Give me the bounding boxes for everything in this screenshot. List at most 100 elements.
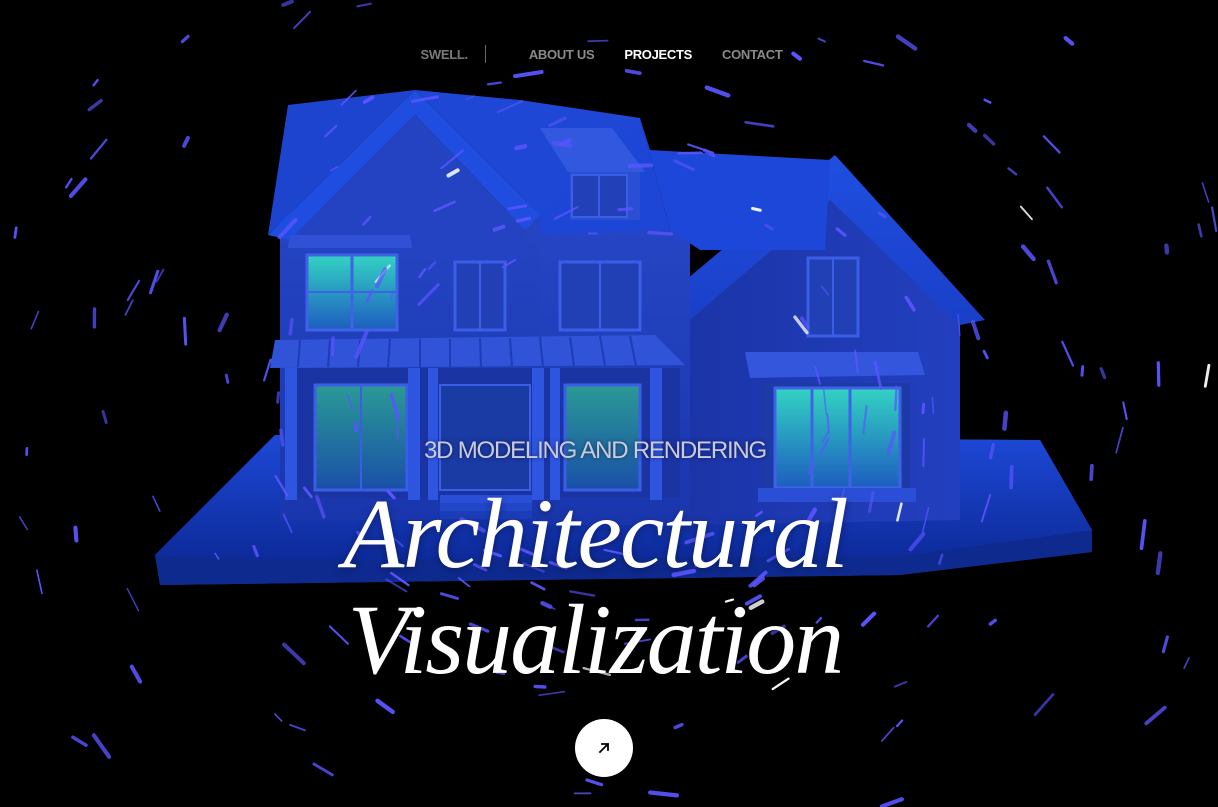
particle-streak (982, 349, 989, 360)
particle-streak (1197, 223, 1203, 238)
particle-streak (1020, 244, 1036, 262)
explore-button[interactable] (575, 719, 633, 777)
particle-streak (1033, 693, 1055, 716)
particle-streak (365, 289, 374, 303)
particle-streak (217, 312, 229, 333)
particle-streak (1099, 367, 1107, 380)
particle-streak (126, 279, 141, 302)
particle-streak (354, 330, 369, 359)
particle-streak (895, 719, 904, 728)
particle-streak (124, 299, 134, 316)
particle-streak (554, 206, 579, 220)
particle-streak (446, 168, 460, 178)
particle-streak (362, 215, 372, 226)
particle-streak (87, 98, 103, 112)
particle-streak (515, 216, 531, 223)
brand-logo[interactable]: SWELL. (421, 47, 469, 62)
particle-streak (89, 138, 108, 160)
particle-streak (1061, 340, 1075, 367)
particle-streak (814, 365, 821, 385)
particle-streak (879, 797, 904, 807)
particle-streak (389, 392, 401, 420)
particle-streak (873, 360, 883, 391)
particle-streak (548, 116, 567, 127)
particle-streak (627, 163, 654, 168)
particle-streak (362, 95, 375, 104)
nav-divider (484, 45, 486, 63)
particle-streak (427, 261, 437, 271)
particle-streak (263, 358, 272, 382)
particle-streak (486, 81, 502, 86)
top-nav: SWELL. ABOUT US PROJECTS CONTACT (0, 44, 1218, 64)
particle-streak (624, 68, 642, 76)
particle-streak (389, 292, 394, 302)
particle-streak (417, 283, 440, 306)
particle-streak (1122, 401, 1128, 421)
particle-streak (281, 0, 294, 7)
particle-streak (971, 320, 981, 341)
particle-streak (826, 413, 830, 434)
particle-streak (820, 285, 830, 296)
particle-streak (91, 733, 112, 759)
particle-streak (677, 151, 703, 155)
particle-streak (1046, 186, 1064, 209)
particle-streak (30, 310, 40, 330)
particle-streak (514, 143, 528, 151)
hero-eyebrow: 3D MODELING AND RENDERING (423, 437, 767, 464)
particle-streak (894, 385, 898, 411)
particle-streak (288, 318, 294, 336)
particle-streak (92, 78, 99, 87)
particle-streak (276, 391, 280, 404)
particle-streak (289, 724, 306, 732)
particle-streak (931, 396, 935, 414)
particle-streak (751, 206, 762, 212)
particle-streak (1007, 167, 1018, 176)
particle-streak (822, 387, 828, 416)
particle-streak (497, 100, 524, 113)
particle-streak (854, 349, 859, 374)
particle-streak (433, 200, 456, 213)
particle-streak (648, 790, 680, 798)
arrow-up-right-icon (598, 742, 610, 754)
particle-streak (835, 227, 847, 237)
particle-streak (1063, 35, 1075, 46)
particle-streak (1046, 259, 1058, 285)
particle-streak (182, 135, 190, 148)
particle-streak (1144, 705, 1167, 726)
particle-streak (440, 149, 464, 170)
particle-streak (744, 120, 775, 128)
hero-section: SWELL. ABOUT US PROJECTS CONTACT 3D MODE… (0, 0, 1218, 807)
particle-streak (877, 211, 887, 219)
particle-streak (673, 159, 695, 172)
particle-streak (1002, 410, 1009, 431)
particle-streak (182, 316, 188, 346)
particle-streak (764, 223, 774, 231)
particle-streak (375, 698, 395, 715)
particle-streak (101, 410, 108, 424)
particle-streak (330, 336, 335, 357)
nav-link-about-us[interactable]: ABOUT US (529, 47, 595, 62)
particle-streak (921, 402, 926, 415)
particle-streak (1156, 361, 1161, 387)
particle-streak (983, 98, 992, 104)
nav-link-contact[interactable]: CONTACT (722, 47, 783, 62)
particle-streak (346, 393, 354, 412)
particle-streak (702, 148, 716, 158)
particle-streak (1164, 243, 1170, 255)
particle-streak (180, 34, 190, 44)
particle-streak (492, 224, 506, 232)
particle-streak (277, 217, 298, 240)
particle-streak (904, 295, 916, 312)
particle-streak (647, 230, 674, 236)
particle-streak (324, 124, 338, 138)
particle-streak (587, 39, 609, 43)
particle-streak (418, 267, 427, 279)
particle-streak (617, 207, 633, 212)
particle-streak (880, 726, 895, 742)
particle-streak (353, 422, 359, 433)
particle-streak (966, 122, 978, 133)
particle-streak (507, 204, 528, 211)
nav-link-projects[interactable]: PROJECTS (624, 47, 692, 62)
particle-streak (410, 95, 439, 103)
particle-streak (64, 177, 73, 189)
